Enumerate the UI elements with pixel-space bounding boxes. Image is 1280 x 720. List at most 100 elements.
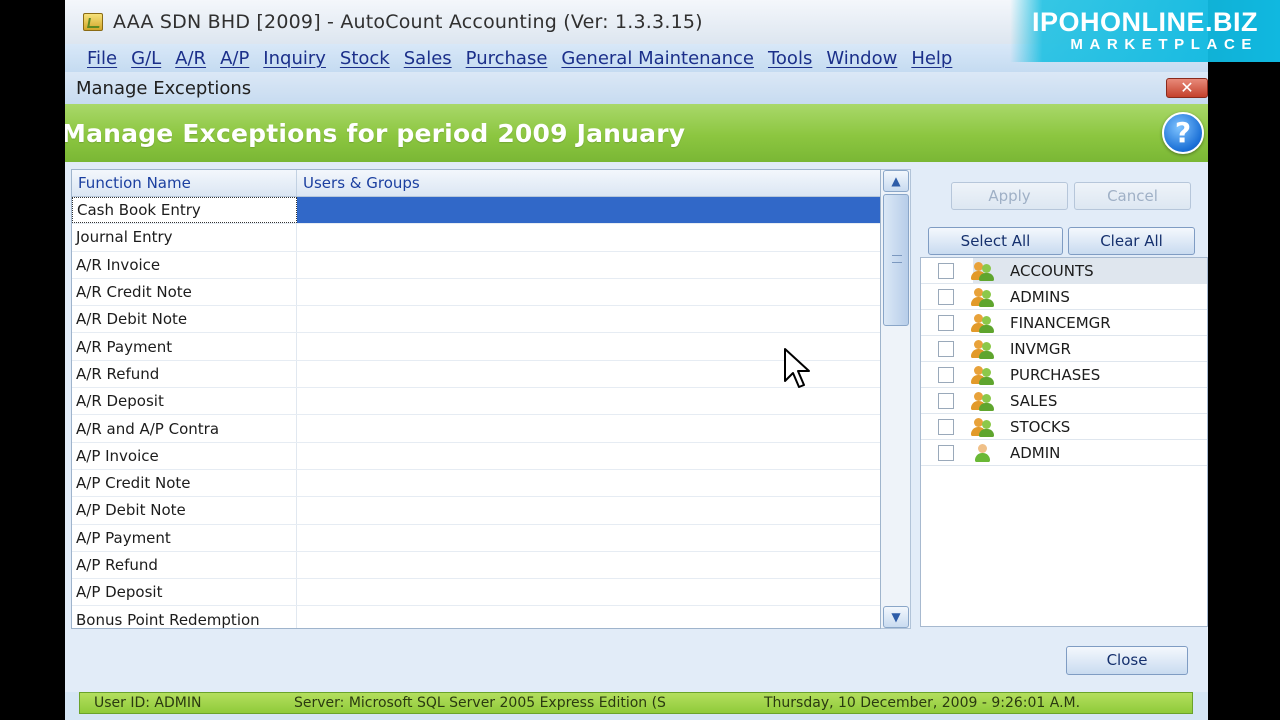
menu-inquiry[interactable]: Inquiry — [263, 48, 326, 69]
dialog-title-bar: Manage Exceptions ✕ — [65, 72, 1208, 104]
users-groups-cell[interactable] — [297, 525, 880, 551]
function-name-cell[interactable]: A/P Invoice — [72, 442, 297, 469]
users-groups-cell[interactable] — [297, 279, 880, 305]
table-row[interactable]: A/P Debit Note — [72, 497, 880, 525]
function-name-cell[interactable]: A/R Credit Note — [72, 278, 297, 306]
grid-scrollbar[interactable]: ▲ ▼ — [881, 169, 911, 629]
group-name: INVMGR — [1010, 339, 1071, 358]
menu-ap[interactable]: A/P — [220, 48, 249, 69]
function-name-cell[interactable]: Cash Book Entry — [72, 197, 297, 224]
table-row[interactable]: A/R Refund — [72, 360, 880, 389]
list-item[interactable]: PURCHASES — [921, 362, 1207, 388]
manage-exceptions-dialog: Manage Exceptions ✕ Manage Exceptions fo… — [65, 72, 1208, 692]
table-row[interactable]: A/R Credit Note — [72, 278, 880, 307]
function-name-cell[interactable]: A/P Credit Note — [72, 469, 297, 497]
menu-gl[interactable]: G/L — [131, 48, 161, 69]
apply-button[interactable]: Apply — [951, 182, 1068, 210]
group-name: PURCHASES — [1010, 365, 1101, 384]
function-name-cell[interactable]: A/P Payment — [72, 524, 297, 551]
list-item[interactable]: INVMGR — [921, 336, 1207, 362]
list-item[interactable]: ADMINS — [921, 284, 1207, 310]
table-row[interactable]: A/R and A/P Contra — [72, 415, 880, 443]
menu-sales[interactable]: Sales — [404, 48, 452, 69]
table-row[interactable]: Cash Book Entry — [72, 197, 880, 225]
list-item[interactable]: ACCOUNTS — [921, 258, 1207, 284]
group-checkbox[interactable] — [938, 262, 954, 279]
list-item[interactable]: FINANCEMGR — [921, 310, 1207, 336]
marketplace-watermark: IPOHONLINE.BIZ MARKETPLACE — [1010, 0, 1280, 62]
clear-all-button[interactable]: Clear All — [1068, 227, 1195, 255]
close-button[interactable]: Close — [1066, 646, 1188, 675]
user-group-list: ACCOUNTS ADMINS FINANCEMGR INVMGR PURCHA — [920, 257, 1208, 627]
menu-ar[interactable]: A/R — [175, 48, 206, 69]
group-checkbox[interactable] — [938, 288, 954, 305]
menu-purchase[interactable]: Purchase — [466, 48, 548, 69]
group-checkbox[interactable] — [938, 444, 954, 461]
dialog-close-icon[interactable]: ✕ — [1166, 78, 1208, 98]
help-icon[interactable]: ? — [1162, 112, 1204, 154]
grid-header: Function Name Users & Groups — [72, 170, 880, 197]
group-name: SALES — [1010, 391, 1058, 410]
scroll-up-icon[interactable]: ▲ — [883, 170, 909, 192]
menu-window[interactable]: Window — [826, 48, 897, 69]
menu-tools[interactable]: Tools — [768, 48, 812, 69]
users-groups-cell[interactable] — [297, 224, 880, 250]
column-header-function-name[interactable]: Function Name — [72, 170, 297, 196]
table-row[interactable]: A/P Payment — [72, 524, 880, 552]
function-name-cell[interactable]: A/P Deposit — [72, 579, 297, 606]
function-name-cell[interactable]: A/R Deposit — [72, 388, 297, 415]
scroll-down-icon[interactable]: ▼ — [883, 606, 909, 628]
table-row[interactable]: A/R Debit Note — [72, 306, 880, 334]
group-checkbox[interactable] — [938, 392, 954, 409]
status-user: User ID: ADMIN — [94, 695, 202, 711]
table-row[interactable]: A/R Deposit — [72, 388, 880, 416]
menu-stock[interactable]: Stock — [340, 48, 390, 69]
function-name-cell[interactable]: A/R Refund — [72, 360, 297, 388]
select-all-button[interactable]: Select All — [928, 227, 1063, 255]
group-checkbox[interactable] — [938, 314, 954, 331]
scrollbar-thumb[interactable] — [883, 194, 909, 326]
users-groups-cell[interactable] — [297, 606, 880, 628]
users-groups-cell[interactable] — [297, 306, 880, 332]
group-checkbox[interactable] — [938, 340, 954, 357]
users-groups-cell[interactable] — [297, 197, 880, 224]
menu-help[interactable]: Help — [911, 48, 952, 69]
column-header-users-groups[interactable]: Users & Groups — [297, 170, 880, 196]
group-checkbox[interactable] — [938, 418, 954, 435]
function-name-cell[interactable]: A/R Debit Note — [72, 306, 297, 333]
table-row[interactable]: A/P Invoice — [72, 442, 880, 470]
list-item[interactable]: STOCKS — [921, 414, 1207, 440]
users-groups-cell[interactable] — [297, 388, 880, 414]
group-name: FINANCEMGR — [1010, 313, 1111, 332]
function-name-cell[interactable]: A/R Payment — [72, 333, 297, 360]
function-name-cell[interactable]: A/R Invoice — [72, 251, 297, 278]
table-row[interactable]: A/P Refund — [72, 551, 880, 580]
user-group-icon — [970, 339, 996, 359]
users-groups-cell[interactable] — [297, 252, 880, 278]
function-name-cell[interactable]: Journal Entry — [72, 224, 297, 251]
function-name-cell[interactable]: A/R and A/P Contra — [72, 415, 297, 442]
function-name-cell[interactable]: A/P Refund — [72, 551, 297, 579]
users-groups-cell[interactable] — [297, 415, 880, 441]
menu-general-maintenance[interactable]: General Maintenance — [561, 48, 754, 69]
menu-file[interactable]: File — [87, 48, 117, 69]
table-row[interactable]: A/R Payment — [72, 333, 880, 361]
table-row[interactable]: Journal Entry — [72, 224, 880, 252]
users-groups-cell[interactable] — [297, 470, 880, 496]
list-item[interactable]: ADMIN — [921, 440, 1207, 466]
table-row[interactable]: A/R Invoice — [72, 251, 880, 279]
table-row[interactable]: Bonus Point Redemption — [72, 606, 880, 628]
table-row[interactable]: A/P Credit Note — [72, 469, 880, 498]
status-date: Thursday, 10 December, 2009 - 9:26:01 A.… — [764, 695, 1081, 711]
table-row[interactable]: A/P Deposit — [72, 579, 880, 607]
users-groups-cell[interactable] — [297, 443, 880, 469]
users-groups-cell[interactable] — [297, 552, 880, 578]
function-name-cell[interactable]: A/P Debit Note — [72, 497, 297, 524]
list-item[interactable]: SALES — [921, 388, 1207, 414]
users-groups-cell[interactable] — [297, 579, 880, 605]
users-groups-cell[interactable] — [297, 497, 880, 523]
group-checkbox[interactable] — [938, 366, 954, 383]
function-name-cell[interactable]: Bonus Point Redemption — [72, 606, 297, 628]
user-group-icon — [970, 313, 996, 333]
cancel-button[interactable]: Cancel — [1074, 182, 1191, 210]
